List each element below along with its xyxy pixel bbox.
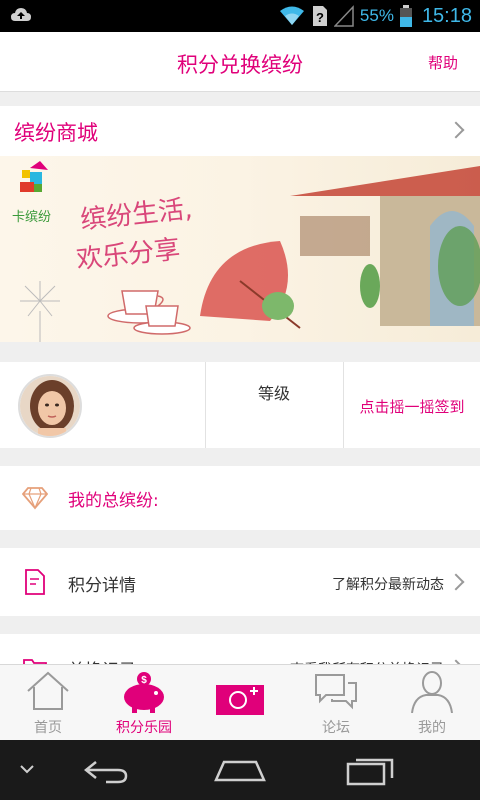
divider [205,362,206,448]
mall-label: 缤纷商城 [14,121,98,145]
battery-percent: 55% [359,6,394,25]
home-nav-icon[interactable] [214,758,266,784]
system-nav-bar [0,740,480,800]
tab-home[interactable]: 首页 [0,665,96,741]
sim-unknown-icon: ? [312,6,327,26]
tab-mine[interactable]: 我的 [384,665,480,741]
back-icon[interactable] [82,758,130,784]
svg-text:?: ? [316,10,324,25]
banner-illustration [0,156,480,342]
recent-apps-icon[interactable] [346,756,396,786]
signal-icon [333,5,354,27]
tab-points-park-label: 积分乐园 [116,720,172,736]
svg-text:$: $ [141,675,147,686]
wifi-icon [279,6,304,25]
tab-bar: 首页 $ 积分乐园 论坛 我的 [0,664,480,740]
total-points-row: 我的总缤纷: [0,466,480,530]
total-points-label: 我的总缤纷: [68,491,159,511]
tab-points-park[interactable]: $ 积分乐园 [96,665,192,741]
grade-label: 等级 [257,384,290,403]
shake-checkin-button[interactable]: 点击摇一摇签到 [344,396,480,417]
home-icon [27,671,69,710]
cloud-upload-icon [11,8,31,21]
camera-icon [216,685,264,715]
document-icon [25,569,45,595]
mall-row[interactable]: 缤纷商城 [0,106,480,156]
avatar[interactable] [18,374,82,438]
tab-camera[interactable] [192,665,288,741]
points-detail-sublabel: 了解积分最新动态 [332,577,444,593]
chevron-down-icon[interactable] [18,762,36,776]
page-title: 积分兑换缤纷 [177,53,303,77]
user-icon [411,671,453,713]
battery-icon [399,5,412,27]
points-detail-row[interactable]: 积分详情 了解积分最新动态 [0,548,480,616]
help-button[interactable]: 帮助 [428,52,458,73]
points-detail-label: 积分详情 [68,576,136,596]
tab-forum[interactable]: 论坛 [288,665,384,741]
piggy-bank-icon: $ [124,672,164,713]
banner-logo-text: 卡缤纷 [12,210,52,225]
chat-bubbles-icon [315,674,357,710]
status-bar: ? 55% 15:18 [0,0,480,32]
diamond-icon [22,487,48,510]
clock: 15:18 [421,4,472,27]
tab-home-label: 首页 [34,720,62,736]
profile-row: 等级 点击摇一摇签到 [0,362,480,448]
title-bar: 积分兑换缤纷 帮助 [0,32,480,92]
promo-banner[interactable]: 卡缤纷 缤纷生活, 欢乐分享 [0,156,480,342]
chevron-right-icon [447,121,465,139]
chevron-right-icon [447,573,465,591]
tab-forum-label: 论坛 [322,720,350,736]
tab-mine-label: 我的 [418,720,446,736]
